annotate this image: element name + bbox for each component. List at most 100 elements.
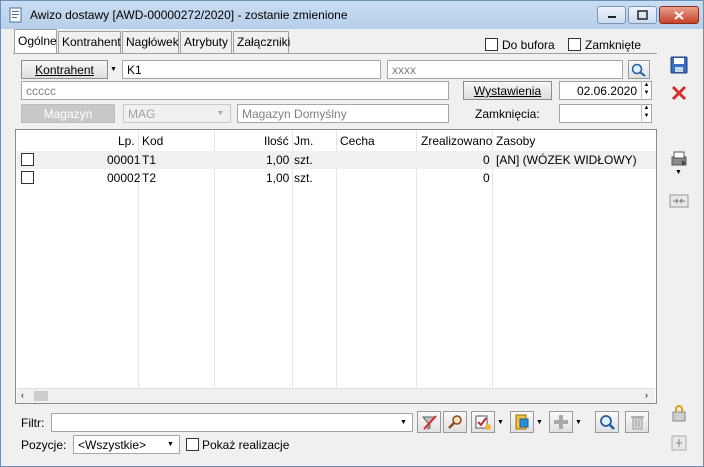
cancel-button[interactable] <box>667 81 691 105</box>
table-row[interactable]: 00001 T1 1,00 szt. 0 [AN] (WÓZEK WIDŁOWY… <box>17 151 656 169</box>
scroll-right-icon[interactable]: › <box>645 390 648 400</box>
close-button[interactable] <box>659 6 699 24</box>
attach-document-icon <box>515 414 529 430</box>
cell-ilosc: 1,00 <box>266 171 290 185</box>
add-dropdown-arrow[interactable]: ▼ <box>574 413 583 432</box>
cancel-icon <box>671 85 687 101</box>
delete-button[interactable] <box>625 411 649 433</box>
preview-button[interactable] <box>595 411 619 433</box>
save-icon <box>670 56 688 74</box>
pozycje-select[interactable]: <Wszystkie> <box>73 435 180 454</box>
cell-jm: szt. <box>294 171 313 185</box>
titlebar: Awizo dostawy [AWD-00000272/2020] - zost… <box>1 1 703 29</box>
maximize-icon <box>637 10 648 20</box>
check-items-dropdown-arrow[interactable]: ▼ <box>496 413 505 432</box>
scroll-left-icon[interactable]: ‹ <box>21 390 24 400</box>
cell-lp: 00002 <box>107 171 141 185</box>
filter-constructor-icon <box>448 415 462 429</box>
filtr-label: Filtr: <box>21 416 45 430</box>
kontrahent-name-field[interactable]: ccccc <box>21 81 449 100</box>
pin-button[interactable] <box>667 431 691 455</box>
check-items-button[interactable] <box>471 411 495 433</box>
filtr-input[interactable] <box>51 413 413 432</box>
clear-filter-button[interactable] <box>417 411 441 433</box>
search-button[interactable] <box>628 60 650 79</box>
merge-button[interactable] <box>667 189 691 213</box>
do-bufora-checkbox[interactable] <box>485 38 498 51</box>
magazyn-code-select[interactable]: MAG <box>123 104 231 123</box>
cell-zasoby: [AN] (WÓZEK WIDŁOWY) <box>496 153 637 167</box>
col-header-lp[interactable]: Lp. <box>118 130 135 150</box>
pozycje-label: Pozycje: <box>21 438 67 452</box>
clear-filter-icon <box>421 415 437 430</box>
col-header-cecha[interactable]: Cecha <box>340 130 375 150</box>
window: Awizo dostawy [AWD-00000272/2020] - zost… <box>0 0 704 467</box>
cell-kod: T1 <box>142 153 157 167</box>
col-header-zasoby[interactable]: Zasoby <box>496 130 535 150</box>
pin-icon <box>671 435 687 451</box>
minimize-button[interactable] <box>597 6 626 24</box>
pokaz-realizacje-checkbox[interactable] <box>186 438 199 451</box>
kontrahent-button-label: Kontrahent <box>35 63 94 77</box>
col-header-kod[interactable]: Kod <box>142 130 163 150</box>
lock-icon <box>672 405 686 422</box>
checklist-icon <box>475 415 491 430</box>
tab-ogolne[interactable]: Ogólne <box>14 29 57 54</box>
zamkniecia-date-field[interactable] <box>559 104 652 123</box>
tab-atrybuty[interactable]: Atrybuty <box>180 31 232 53</box>
wystawienia-button-label: Wystawienia <box>473 84 542 98</box>
items-grid[interactable]: Lp. Kod Ilość Jm. Cecha Zrealizowano Zas… <box>15 129 657 404</box>
kontrahent-dropdown-arrow[interactable]: ▼ <box>109 60 118 79</box>
document-icon <box>8 7 24 23</box>
plus-icon <box>554 415 568 429</box>
save-button[interactable] <box>667 53 691 77</box>
col-header-ilosc[interactable]: Ilość <box>264 130 289 150</box>
kontrahent-code-field[interactable]: K1 <box>122 60 381 79</box>
kontrahent-search-field[interactable]: xxxx <box>387 60 623 79</box>
tab-kontrahent[interactable]: Kontrahent <box>58 31 121 53</box>
cell-ilosc: 1,00 <box>266 153 290 167</box>
kontrahent-button[interactable]: Kontrahent <box>21 60 108 79</box>
tab-divider <box>13 53 657 54</box>
close-icon <box>674 10 684 20</box>
wystawienia-button[interactable]: Wystawienia <box>463 81 552 100</box>
zamkniecia-date-spinner[interactable]: ▲ ▼ <box>641 104 651 123</box>
col-header-zrealizowano[interactable]: Zrealizowano <box>421 130 492 150</box>
zamkniecia-label: Zamknięcia: <box>475 107 540 121</box>
wystawienia-date-field[interactable]: 02.06.2020 <box>559 81 652 100</box>
wystawienia-date-spinner[interactable]: ▲ ▼ <box>641 81 651 100</box>
magazyn-dropdown-arrow[interactable]: ▼ <box>216 104 225 123</box>
maximize-button[interactable] <box>628 6 657 24</box>
filter-constructor-button[interactable] <box>443 411 467 433</box>
pokaz-realizacje-label: Pokaż realizacje <box>202 438 290 452</box>
cell-jm: szt. <box>294 153 313 167</box>
pozycje-dropdown-arrow[interactable]: ▼ <box>166 435 175 454</box>
row-checkbox[interactable] <box>21 171 34 184</box>
tab-zalaczniki[interactable]: Załączniki <box>233 31 290 53</box>
cell-zrealizowano: 0 <box>483 171 490 185</box>
magazyn-name-field[interactable]: Magazyn Domyślny <box>237 104 449 123</box>
filtr-dropdown-arrow[interactable]: ▼ <box>399 413 408 432</box>
lock-button[interactable] <box>667 401 691 425</box>
col-header-jm[interactable]: Jm. <box>294 130 313 150</box>
magnifier-icon <box>600 415 615 430</box>
minimize-icon <box>607 16 616 18</box>
merge-icon <box>669 194 689 208</box>
row-checkbox[interactable] <box>21 153 34 166</box>
attach-dropdown-arrow[interactable]: ▼ <box>535 413 544 432</box>
add-button[interactable] <box>549 411 573 433</box>
scrollbar-thumb[interactable] <box>34 391 48 401</box>
table-row[interactable]: 00002 T2 1,00 szt. 0 <box>17 169 656 187</box>
zamkniete-label: Zamknięte <box>585 38 642 52</box>
trash-icon <box>631 416 644 430</box>
search-icon <box>631 63 646 77</box>
printer-icon <box>671 151 687 166</box>
cell-lp: 00001 <box>107 153 141 167</box>
zamkniete-checkbox[interactable] <box>568 38 581 51</box>
magazyn-button[interactable]: Magazyn <box>21 104 115 123</box>
do-bufora-label: Do bufora <box>502 38 555 52</box>
attach-button[interactable] <box>510 411 534 433</box>
horizontal-scrollbar[interactable]: ‹ › <box>17 388 655 403</box>
tab-naglowek[interactable]: Nagłówek <box>122 31 179 53</box>
print-dropdown-arrow[interactable]: ▼ <box>674 167 683 177</box>
